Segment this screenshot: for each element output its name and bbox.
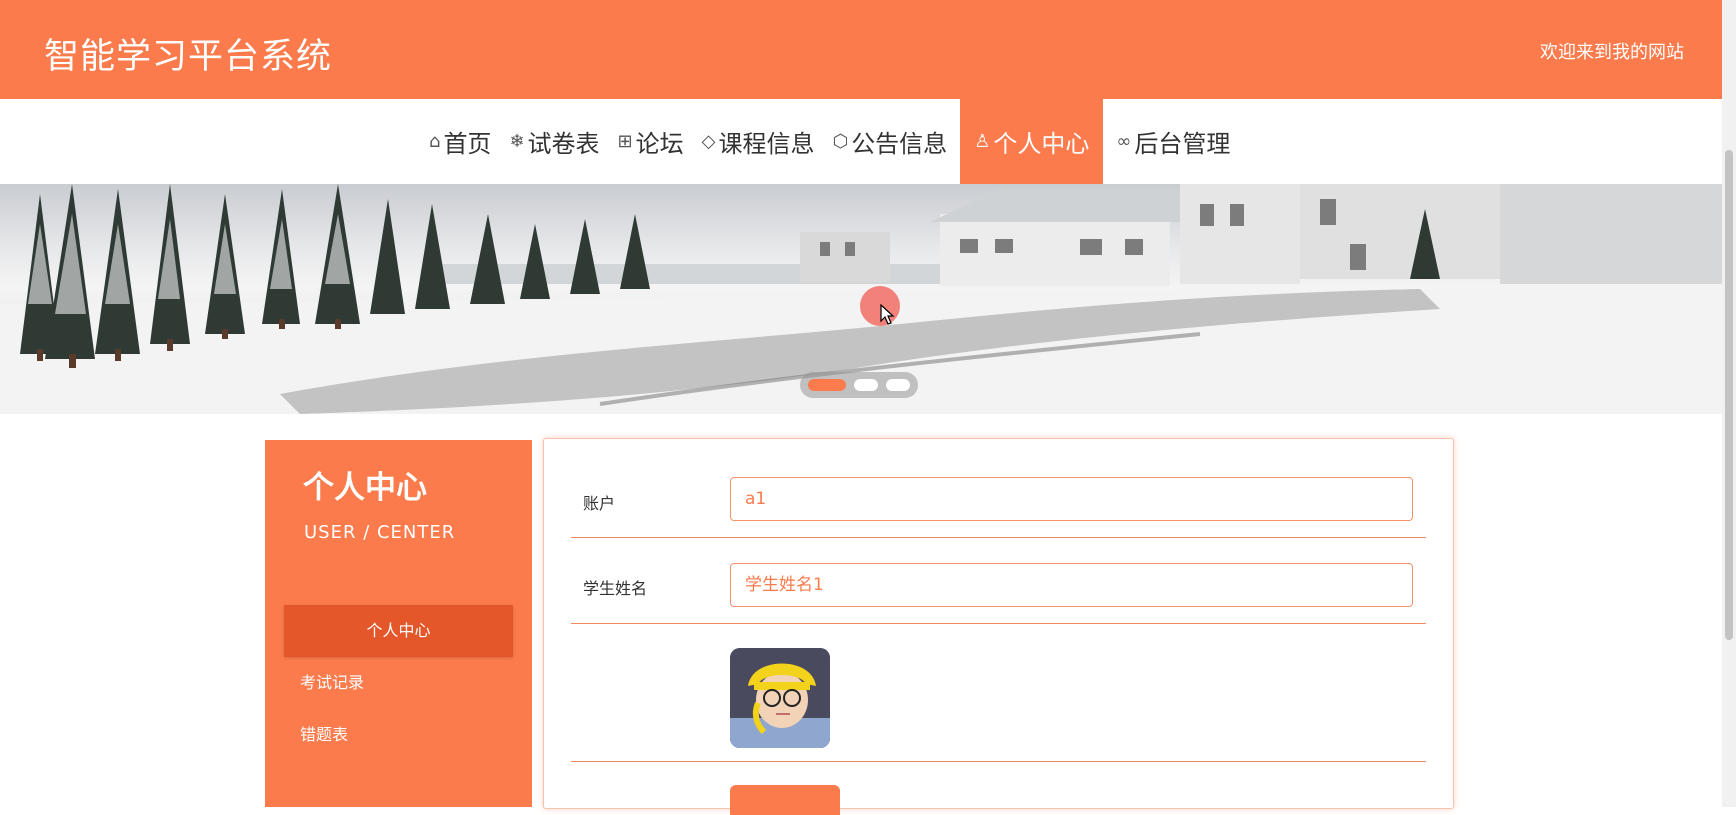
- sidebar-item-personal-center[interactable]: 个人中心: [284, 605, 513, 657]
- nav-item-label: 后台管理: [1134, 130, 1231, 158]
- site-header: 智能学习平台系统 欢迎来到我的网站: [0, 0, 1736, 99]
- sidebar-item-wrong-questions[interactable]: 错题表: [284, 709, 513, 761]
- tag-icon: ◇: [701, 131, 716, 152]
- mouse-cursor-icon: [880, 304, 895, 325]
- nav-item-label: 试卷表: [527, 130, 600, 158]
- link-icon: ∞: [1116, 131, 1132, 152]
- student-name-row: 学生姓名 学生姓名1: [571, 537, 1426, 624]
- carousel-dot[interactable]: [854, 379, 878, 391]
- nav-item-label: 论坛: [635, 130, 684, 158]
- nav-item-home[interactable]: ⌂ 首页: [420, 99, 500, 184]
- gift-icon: ⊞: [617, 131, 633, 152]
- main-nav: ⌂ 首页 ❄ 试卷表 ⊞ 论坛 ◇ 课程信息 ⬡ 公告信息 ♙ 个人中心 ∞ 后…: [0, 99, 1736, 184]
- nav-item-courses[interactable]: ◇ 课程信息: [693, 99, 824, 184]
- nav-item-label: 个人中心: [993, 130, 1090, 158]
- nav-item-announcements[interactable]: ⬡ 公告信息: [823, 99, 956, 184]
- sidebar-subtitle: USER / CENTER: [304, 522, 456, 543]
- nav-item-admin[interactable]: ∞ 后台管理: [1107, 99, 1239, 184]
- avatar-row: [571, 623, 1426, 762]
- nav-items: ⌂ 首页 ❄ 试卷表 ⊞ 论坛 ◇ 课程信息 ⬡ 公告信息 ♙ 个人中心 ∞ 后…: [420, 99, 1239, 184]
- cube-icon: ⬡: [832, 131, 849, 152]
- home-icon: ⌂: [429, 131, 441, 152]
- submit-button[interactable]: [730, 785, 840, 815]
- sidebar-item-exam-records[interactable]: 考试记录: [284, 657, 513, 709]
- site-title: 智能学习平台系统: [44, 37, 333, 77]
- nav-item-label: 课程信息: [718, 130, 815, 158]
- carousel-dot[interactable]: [808, 379, 846, 391]
- sidebar-menu: 个人中心 考试记录 错题表: [284, 605, 513, 761]
- avatar[interactable]: [730, 648, 830, 748]
- user-icon: ♙: [974, 131, 991, 152]
- welcome-text: 欢迎来到我的网站: [1540, 42, 1684, 63]
- snowflake-icon: ❄: [509, 131, 525, 152]
- nav-item-forum[interactable]: ⊞ 论坛: [609, 99, 693, 184]
- nav-item-personal-center[interactable]: ♙ 个人中心: [960, 99, 1104, 184]
- account-input[interactable]: a1: [730, 477, 1413, 521]
- student-name-label: 学生姓名: [583, 579, 648, 598]
- nav-item-label: 首页: [443, 130, 492, 158]
- page-scrollbar[interactable]: [1722, 0, 1736, 807]
- nav-item-label: 公告信息: [851, 130, 948, 158]
- student-name-input[interactable]: 学生姓名1: [730, 563, 1413, 607]
- profile-form-panel: 账户 a1 学生姓名 学生姓名1: [543, 438, 1454, 815]
- account-label: 账户: [583, 494, 616, 513]
- carousel-dots: [800, 372, 918, 398]
- user-center-sidebar: 个人中心 USER / CENTER 个人中心 考试记录 错题表: [265, 440, 532, 807]
- scrollbar-thumb[interactable]: [1725, 150, 1733, 640]
- account-row: 账户 a1: [571, 439, 1426, 538]
- sidebar-title: 个人中心: [303, 470, 427, 506]
- carousel-dot[interactable]: [886, 379, 910, 391]
- nav-item-exam-papers[interactable]: ❄ 试卷表: [500, 99, 608, 184]
- avatar-image: [730, 648, 830, 748]
